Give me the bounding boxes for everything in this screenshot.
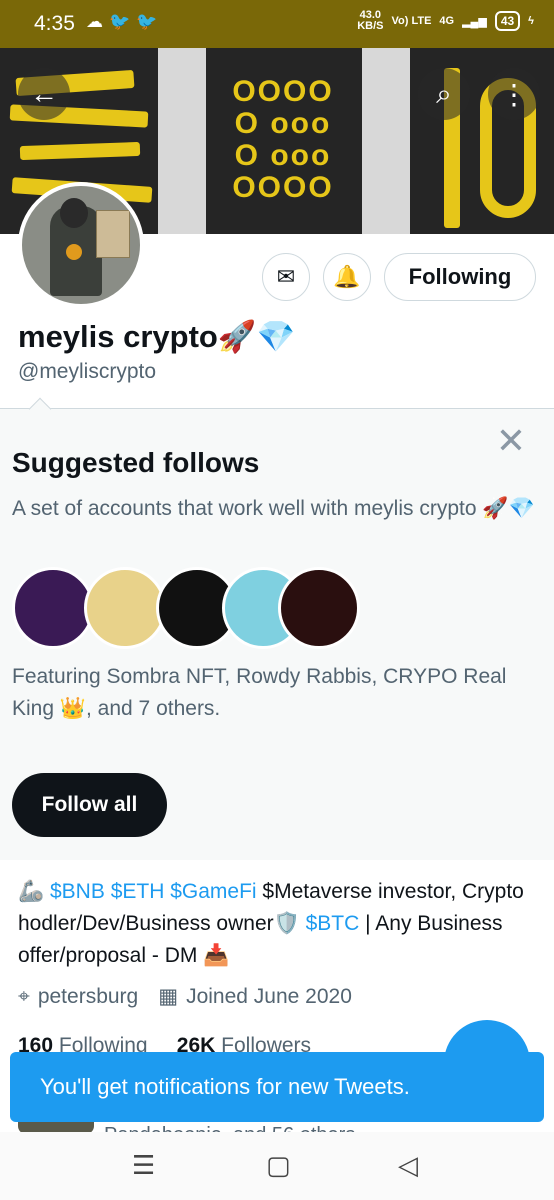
status-time: 4:35 [34, 12, 75, 35]
twitter-icon: 🐦 [109, 12, 137, 31]
location: ⌖ petersburg [18, 984, 138, 1009]
carrier-label: Vo) LTE [391, 15, 432, 27]
system-nav-bar: ☰ ▢ ◁ [0, 1132, 554, 1200]
suggested-description: A set of accounts that work well with me… [12, 497, 535, 520]
signal-icon: ▂▄▆ [462, 15, 487, 28]
join-date: ▦ Joined June 2020 [158, 984, 352, 1009]
bio-cashtag-btc[interactable]: $BTC [306, 912, 360, 935]
close-icon[interactable]: ✕ [496, 423, 526, 459]
handle: @meyliscrypto [18, 360, 157, 383]
toast-message: You'll get notifications for new Tweets. [40, 1074, 410, 1099]
profile-bio: 🦾 $BNB $ETH $GameFi $Metaverse investor,… [18, 876, 538, 972]
charging-icon: ϟ [528, 15, 534, 27]
back-arrow-icon[interactable]: ← [18, 68, 70, 120]
bell-icon: 🔔 [333, 264, 361, 289]
network-label: 4G [439, 15, 455, 27]
location-text: petersburg [37, 984, 139, 1008]
cloud-icon: ☁ [86, 12, 109, 31]
notification-toast[interactable]: You'll get notifications for new Tweets. [10, 1052, 544, 1122]
calendar-icon: ▦ [158, 985, 179, 1008]
recent-apps-icon[interactable]: ☰ [132, 1150, 155, 1181]
featuring-text: Featuring Sombra NFT, Rowdy Rabbis, CRYP… [12, 665, 507, 720]
bio-emoji: 🦾 [18, 880, 45, 903]
suggested-avatar[interactable] [278, 567, 360, 649]
notifications-button[interactable]: 🔔 [323, 253, 371, 301]
search-icon[interactable]: ⌕ [418, 68, 470, 120]
more-vertical-icon[interactable]: ⋮ [488, 68, 540, 120]
profile-meta: ⌖ petersburg ▦ Joined June 2020 [18, 984, 352, 1009]
following-button[interactable]: Following [384, 253, 536, 301]
join-date-text: Joined June 2020 [186, 984, 352, 1008]
net-speed-unit: KB/S [357, 20, 384, 32]
home-icon[interactable]: ▢ [266, 1150, 291, 1181]
status-bar: 4:35 ☁🐦🐦 43.0 KB/S Vo) LTE 4G ▂▄▆ 43 ϟ [0, 0, 554, 48]
back-icon[interactable]: ◁ [398, 1150, 418, 1181]
suggested-title: Suggested follows [12, 447, 260, 478]
suggested-avatar[interactable] [84, 567, 166, 649]
message-button[interactable]: ✉ [262, 253, 310, 301]
notification-icons: ☁🐦🐦 [86, 12, 163, 32]
bio-cashtags[interactable]: $BNB $ETH $GameFi [50, 880, 257, 903]
banner-rings: OOOO O ooo O ooo OOOO [232, 75, 334, 204]
battery-icon: 43 [494, 11, 521, 31]
card-pointer [28, 397, 52, 421]
follow-all-button[interactable]: Follow all [12, 773, 167, 837]
status-right: 43.0 KB/S Vo) LTE 4G ▂▄▆ 43 ϟ [357, 10, 534, 32]
profile-avatar[interactable] [18, 182, 144, 308]
suggested-avatar[interactable] [12, 567, 94, 649]
twitter-icon: 🐦 [136, 12, 164, 31]
location-pin-icon: ⌖ [18, 984, 30, 1008]
mail-icon: ✉ [276, 264, 296, 289]
net-speed: 43.0 KB/S [357, 10, 383, 32]
banner-panel: OOOO O ooo O ooo OOOO [206, 48, 362, 234]
suggested-follows-card: ✕ Suggested follows A set of accounts th… [0, 397, 554, 860]
display-name: meylis crypto🚀💎 [18, 319, 296, 354]
